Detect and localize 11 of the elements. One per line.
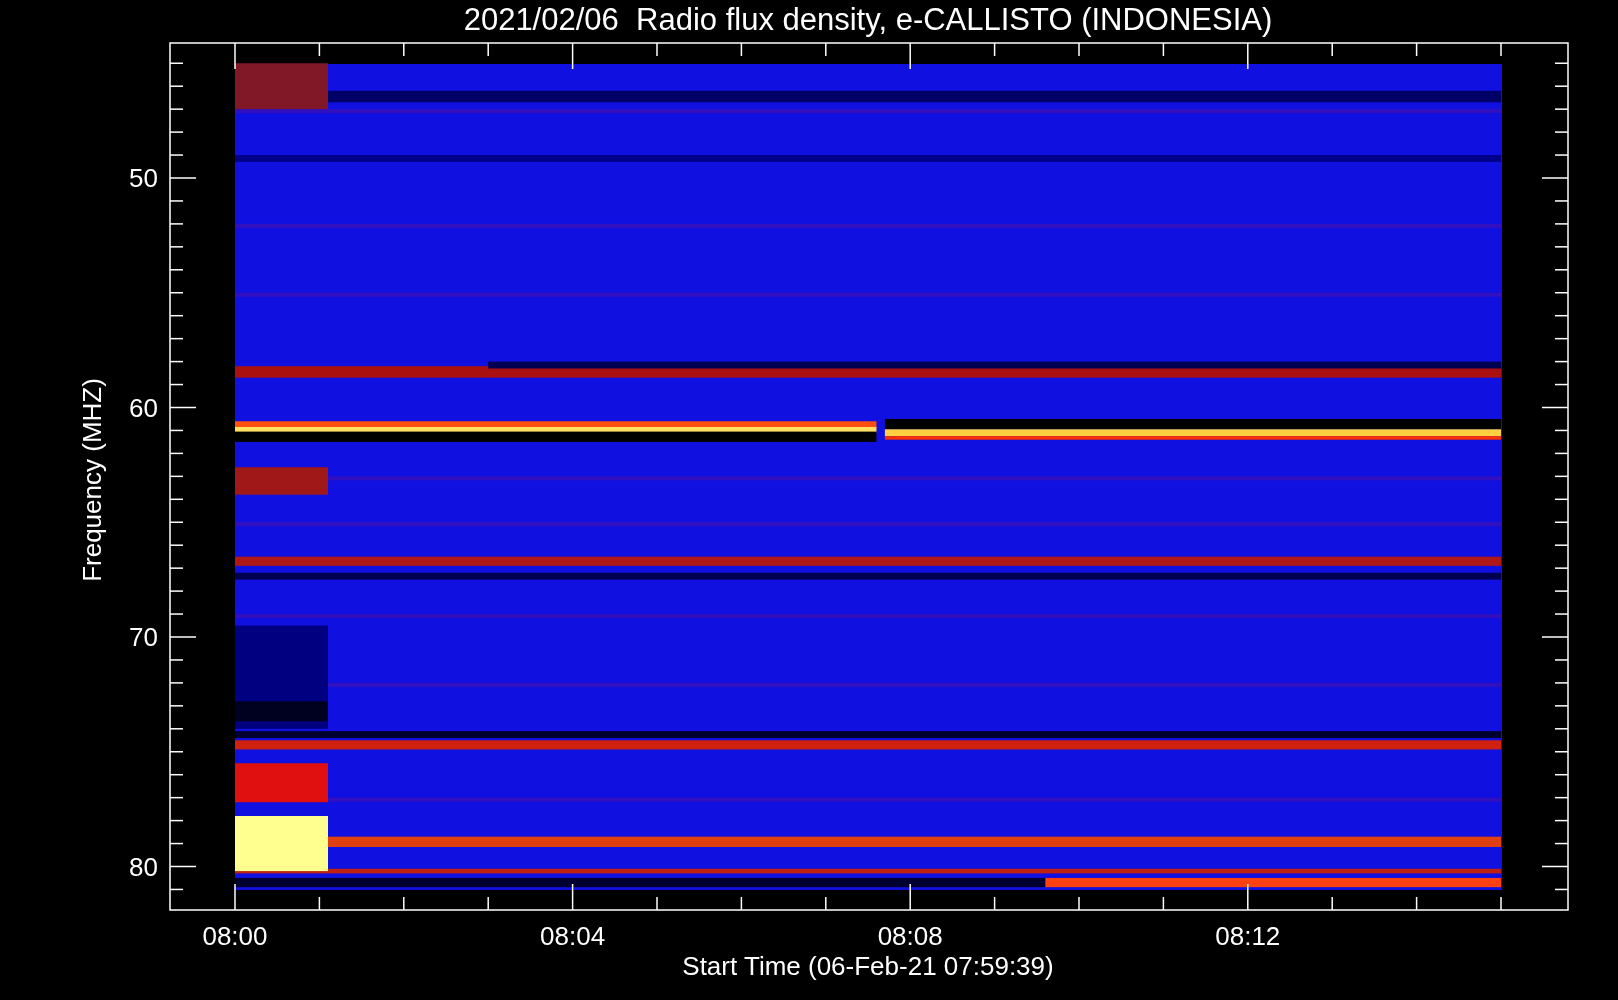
- y-tick-label: 70: [129, 622, 158, 652]
- x-tick-label: 08:00: [202, 921, 268, 951]
- y-axis-label: Frequency (MHZ): [77, 378, 107, 582]
- chart-title: 2021/02/06 Radio flux density, e-CALLISTO (INDONESIA): [463, 2, 1273, 37]
- x-tick-label: 08:04: [540, 921, 606, 951]
- y-tick-label: 80: [129, 851, 158, 882]
- x-tick-label: 08:08: [877, 921, 943, 951]
- x-axis-label: Start Time (06-Feb-21 07:59:39): [682, 951, 1054, 981]
- x-tick-label: 08:12: [1215, 921, 1281, 951]
- y-tick-label: 50: [129, 163, 158, 193]
- y-tick-label: 60: [129, 392, 158, 423]
